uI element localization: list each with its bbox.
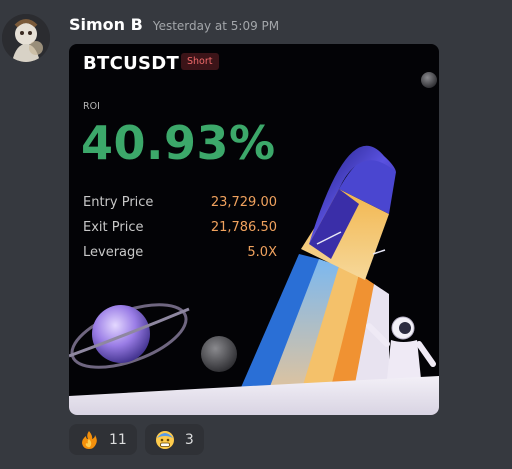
trading-pair: BTCUSDT bbox=[83, 53, 180, 74]
fire-emoji-icon bbox=[79, 430, 99, 450]
image-attachment[interactable]: BTCUSDT Short ROI 40.93% Entry Price 23,… bbox=[69, 44, 439, 415]
planet-icon bbox=[69, 303, 190, 369]
leverage-value: 5.0X bbox=[247, 245, 277, 260]
username[interactable]: Simon B bbox=[69, 15, 143, 34]
chat-message: Simon B Yesterday at 5:09 PM BTCUSDT Sho… bbox=[0, 0, 512, 469]
roi-value: 40.93% bbox=[81, 116, 276, 170]
reactions-bar: 11 3 bbox=[69, 424, 204, 455]
timestamp[interactable]: Yesterday at 5:09 PM bbox=[153, 19, 279, 33]
reaction-count: 11 bbox=[109, 431, 127, 448]
avatar-image bbox=[2, 14, 50, 62]
entry-price-label: Entry Price bbox=[83, 195, 154, 210]
message-header: Simon B Yesterday at 5:09 PM bbox=[69, 15, 279, 34]
small-moon-icon bbox=[421, 72, 437, 88]
reaction-cold-sweat[interactable]: 3 bbox=[144, 424, 204, 455]
reaction-fire[interactable]: 11 bbox=[69, 424, 137, 455]
leverage-label: Leverage bbox=[83, 245, 144, 260]
exit-price-value: 21,786.50 bbox=[210, 220, 277, 235]
reaction-count: 3 bbox=[184, 431, 194, 448]
entry-price-value: 23,729.00 bbox=[210, 195, 277, 210]
roi-label: ROI bbox=[83, 101, 100, 112]
exit-price-label: Exit Price bbox=[83, 220, 144, 235]
short-badge: Short bbox=[181, 53, 219, 70]
face-with-cold-sweat-emoji-icon bbox=[155, 430, 175, 450]
avatar[interactable] bbox=[2, 14, 50, 62]
moon-icon bbox=[201, 336, 237, 372]
